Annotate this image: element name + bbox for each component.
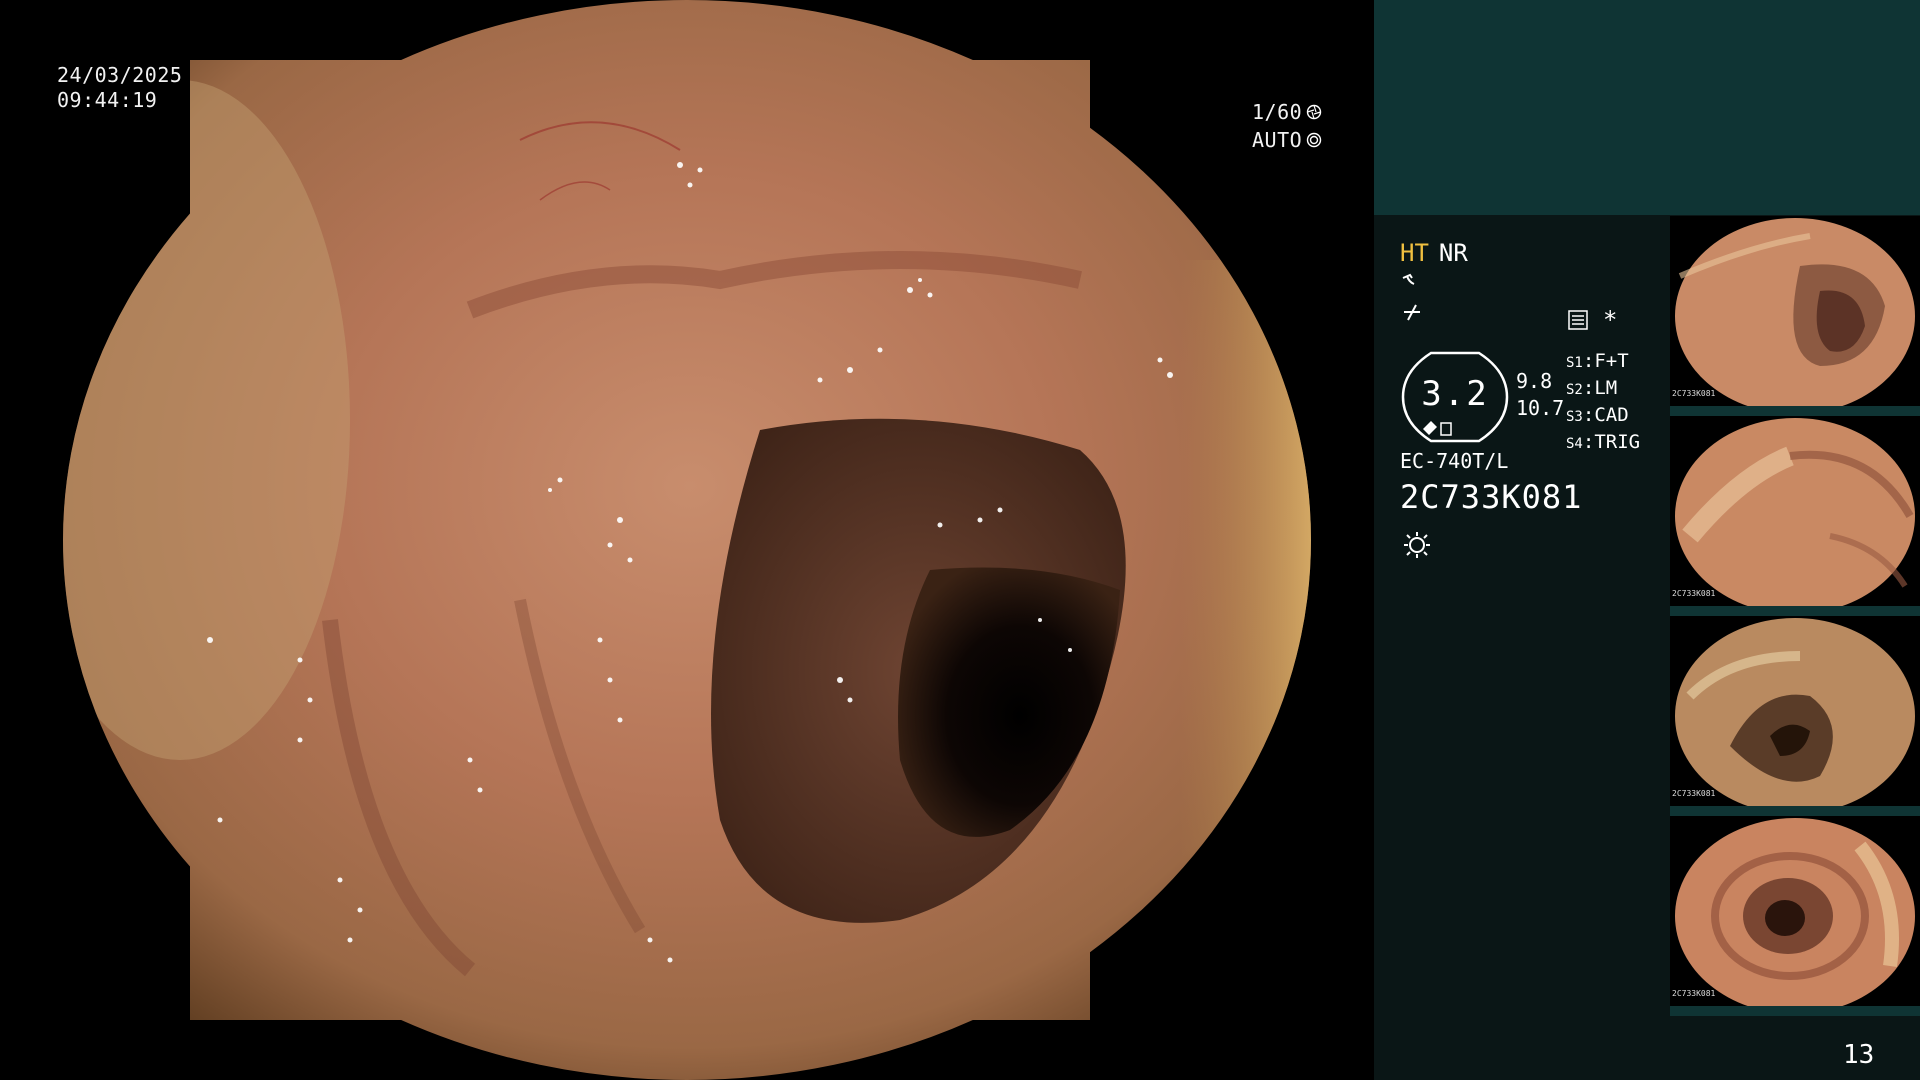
- enhancement-icon: [1402, 273, 1415, 285]
- thumbnail-bar: [1670, 1006, 1920, 1016]
- thumbnail-bar: [1670, 806, 1920, 816]
- endoscope-main-view: 24/03/2025 09:44:19 1/60 AUTO: [0, 0, 1374, 1080]
- thumbnail-image: [1675, 218, 1915, 414]
- switch-setting-4: S4:TRIG: [1566, 431, 1641, 453]
- thumbnail-bar: [1670, 406, 1920, 416]
- iris-mode: AUTO: [1252, 127, 1303, 152]
- side-value-2: 10.7: [1516, 396, 1565, 420]
- thumbnail-image: [1675, 618, 1915, 814]
- settings-icons: *: [1567, 306, 1617, 334]
- thumbnail-image: [1675, 418, 1915, 614]
- processing-modes: HT NR: [1400, 236, 1700, 334]
- mode-nr-label: NR: [1438, 239, 1468, 267]
- shutter-icon: [1306, 104, 1322, 120]
- switch-setting-3: S3:CAD: [1566, 404, 1629, 426]
- captured-image-thumbnail[interactable]: 2C733K081: [1670, 816, 1920, 1016]
- thumbnail-image: [1675, 818, 1915, 1014]
- panel-header-area: [1374, 0, 1920, 215]
- asterisk-icon: *: [1603, 306, 1618, 334]
- scope-serial-number: 2C733K081: [1400, 478, 1583, 516]
- exposure-overlay: 1/60 AUTO: [1252, 98, 1374, 154]
- shutter-speed: 1/60: [1252, 99, 1303, 124]
- iris-icon: [1306, 132, 1322, 148]
- thumbnail-serial: 2C733K081: [1672, 789, 1716, 798]
- scope-switch-settings: S1:F+T S2:LM S3:CAD S4:TRIG: [1566, 349, 1640, 457]
- info-panel: HT NR * 3.2 9.8 10.7 S1:F+T S2:LM S3:CAD…: [1374, 0, 1920, 1080]
- captured-images-strip: 2C733K081 2C733K081 2C733K081 2C733K081: [1670, 216, 1920, 1016]
- exam-date: 24/03/2025: [57, 63, 183, 87]
- thumbnail-serial: 2C733K081: [1672, 389, 1716, 398]
- date-time-overlay: 24/03/2025 09:44:19: [57, 63, 182, 113]
- side-value-1: 9.8: [1516, 369, 1553, 393]
- switch-setting-2: S2:LM: [1566, 377, 1618, 399]
- settings-list-icon: [1568, 310, 1588, 330]
- mode-ht-label: HT: [1400, 239, 1429, 267]
- thumbnail-serial: 2C733K081: [1672, 989, 1716, 998]
- gauge-side-values: 9.8 10.7: [1516, 368, 1564, 422]
- switch-setting-1: S1:F+T: [1566, 350, 1629, 372]
- sharpness-icon: [1404, 304, 1420, 321]
- thumbnail-serial: 2C733K081: [1672, 589, 1716, 598]
- captured-image-thumbnail[interactable]: 2C733K081: [1670, 616, 1920, 816]
- captured-image-thumbnail[interactable]: 2C733K081: [1670, 216, 1920, 416]
- light-source-icon: [1404, 532, 1430, 558]
- thumbnail-bar: [1670, 606, 1920, 616]
- page-number: 13: [1843, 1040, 1875, 1070]
- colon-lumen-image: [63, 0, 1311, 1080]
- scope-model: EC-740T/L: [1400, 449, 1509, 473]
- exam-time: 09:44:19: [57, 88, 158, 112]
- captured-image-thumbnail[interactable]: 2C733K081: [1670, 416, 1920, 616]
- gauge-value: 3.2: [1421, 374, 1489, 414]
